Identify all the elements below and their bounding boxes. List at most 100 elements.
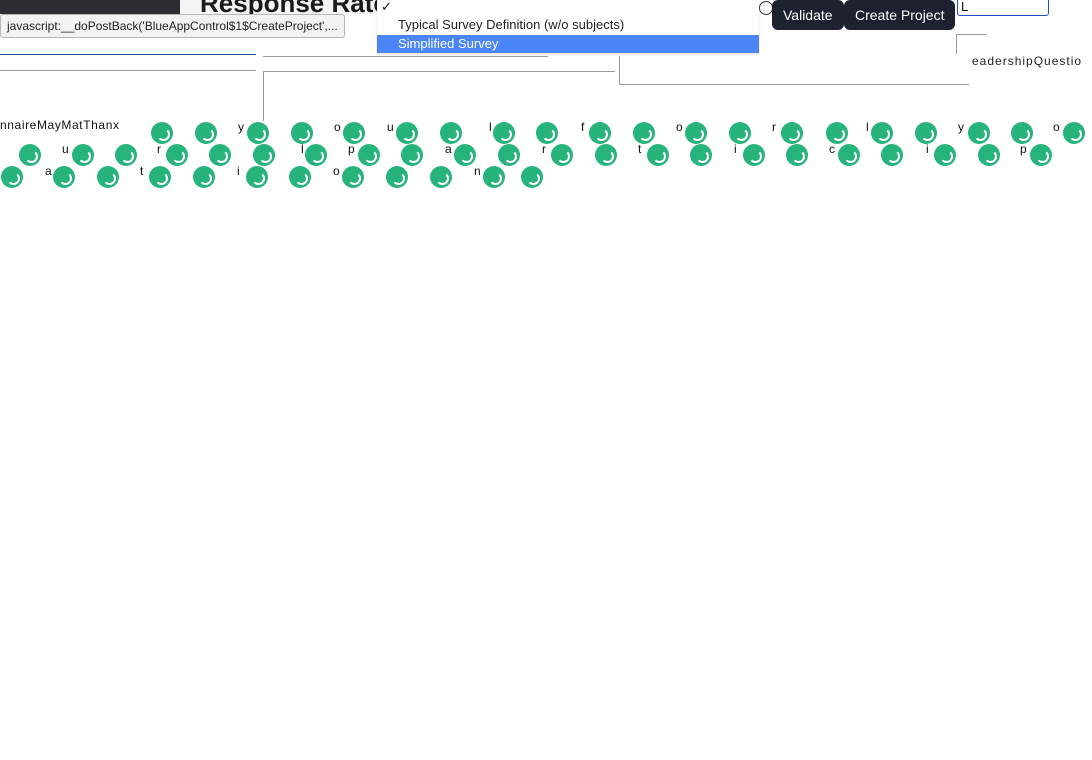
row-glyph: o — [333, 164, 340, 178]
row-glyph: l — [301, 142, 304, 156]
loading-spinner-icon — [1, 166, 23, 188]
row-glyph: f — [581, 120, 585, 134]
loading-spinner-icon — [246, 166, 268, 188]
loading-spinner-icon — [826, 122, 848, 144]
divider — [292, 56, 548, 57]
header-dark-block — [0, 0, 180, 14]
loading-spinner-icon — [871, 122, 893, 144]
create-project-button[interactable]: Create Project — [844, 0, 956, 30]
survey-type-dropdown[interactable]: ✓ Typical Survey Definition (w/o subject… — [377, 0, 759, 53]
loading-spinner-icon — [358, 144, 380, 166]
loading-spinner-icon — [685, 122, 707, 144]
loading-spinner-icon — [430, 166, 452, 188]
row-glyph: p — [348, 142, 355, 156]
loading-spinner-icon — [396, 122, 418, 144]
loading-spinner-icon — [342, 166, 364, 188]
row-glyph: t — [140, 164, 144, 178]
row-glyph: r — [157, 142, 161, 156]
loading-spinner-icon — [166, 144, 188, 166]
loading-spinner-icon — [647, 144, 669, 166]
loading-spinner-icon — [72, 144, 94, 166]
loading-spinner-icon — [209, 144, 231, 166]
loading-spinner-icon — [493, 122, 515, 144]
spinner-row: u r l p a r t i c i p — [0, 142, 1092, 166]
loading-spinner-icon — [589, 122, 611, 144]
row-glyph: r — [772, 120, 776, 134]
row-glyph: r — [542, 142, 546, 156]
question-label: eadershipQuestio — [972, 54, 1083, 68]
loading-spinner-icon — [915, 122, 937, 144]
divider — [956, 34, 986, 35]
row-text: nnaireMayMatThanx — [0, 118, 120, 132]
row-glyph: n — [474, 164, 481, 178]
loading-spinner-icon — [968, 122, 990, 144]
loading-spinner-icon — [247, 122, 269, 144]
loading-spinner-icon — [305, 144, 327, 166]
loading-spinner-icon — [1030, 144, 1052, 166]
loading-spinner-icon — [483, 166, 505, 188]
divider — [292, 71, 548, 72]
row-glyph: l — [489, 120, 492, 134]
loading-spinner-icon — [838, 144, 860, 166]
row-glyph: y — [958, 120, 964, 134]
loading-spinner-icon — [193, 166, 215, 188]
row-glyph: a — [45, 164, 52, 178]
loading-spinner-icon — [454, 144, 476, 166]
divider — [548, 71, 615, 72]
divider — [263, 71, 293, 72]
divider — [263, 56, 293, 57]
loading-spinner-icon — [881, 144, 903, 166]
loading-spinner-icon — [151, 122, 173, 144]
loading-spinner-icon — [53, 166, 75, 188]
loading-spinner-icon — [786, 144, 808, 166]
loading-spinner-icon — [386, 166, 408, 188]
row-glyph: i — [734, 142, 737, 156]
validate-button[interactable]: Validate — [772, 0, 844, 30]
divider — [0, 54, 256, 55]
spinner-row: a t i o n — [0, 164, 560, 188]
row-glyph: p — [1020, 142, 1027, 156]
row-glyph: u — [62, 142, 69, 156]
loading-spinner-icon — [743, 144, 765, 166]
loading-spinner-icon — [729, 122, 751, 144]
loading-spinner-icon — [498, 144, 520, 166]
loading-spinner-icon — [633, 122, 655, 144]
check-icon: ✓ — [381, 0, 392, 14]
loading-spinner-icon — [536, 122, 558, 144]
divider — [0, 70, 256, 71]
loading-spinner-icon — [595, 144, 617, 166]
divider — [263, 71, 264, 121]
loading-spinner-icon — [440, 122, 462, 144]
spinner-row: nnaireMayMatThanx y o u l f o r l y o — [0, 118, 1092, 144]
row-glyph: u — [387, 120, 394, 134]
row-glyph: y — [238, 120, 244, 134]
row-glyph: o — [676, 120, 683, 134]
dropdown-option-simplified-survey[interactable]: Simplified Survey — [377, 35, 759, 53]
row-glyph: o — [334, 120, 341, 134]
loading-spinner-icon — [149, 166, 171, 188]
row-glyph: t — [638, 142, 642, 156]
row-glyph: i — [237, 164, 240, 178]
loading-spinner-icon — [343, 122, 365, 144]
search-input[interactable]: L — [957, 0, 1049, 16]
row-glyph: c — [829, 142, 835, 156]
loading-spinner-icon — [1011, 122, 1033, 144]
loading-spinner-icon — [521, 166, 543, 188]
loading-spinner-icon — [115, 144, 137, 166]
loading-spinner-icon — [690, 144, 712, 166]
divider — [619, 84, 969, 85]
row-glyph: a — [445, 142, 452, 156]
loading-spinner-icon — [291, 122, 313, 144]
loading-spinner-icon — [195, 122, 217, 144]
loading-spinner-icon — [97, 166, 119, 188]
loading-spinner-icon — [19, 144, 41, 166]
loading-spinner-icon — [978, 144, 1000, 166]
loading-spinner-icon — [551, 144, 573, 166]
loading-spinner-icon — [401, 144, 423, 166]
radio-button[interactable] — [759, 1, 773, 15]
dropdown-option-typical-survey[interactable]: Typical Survey Definition (w/o subjects) — [377, 16, 759, 34]
row-glyph: l — [866, 120, 869, 134]
divider — [956, 34, 957, 54]
row-glyph: i — [926, 142, 929, 156]
divider — [619, 56, 620, 84]
